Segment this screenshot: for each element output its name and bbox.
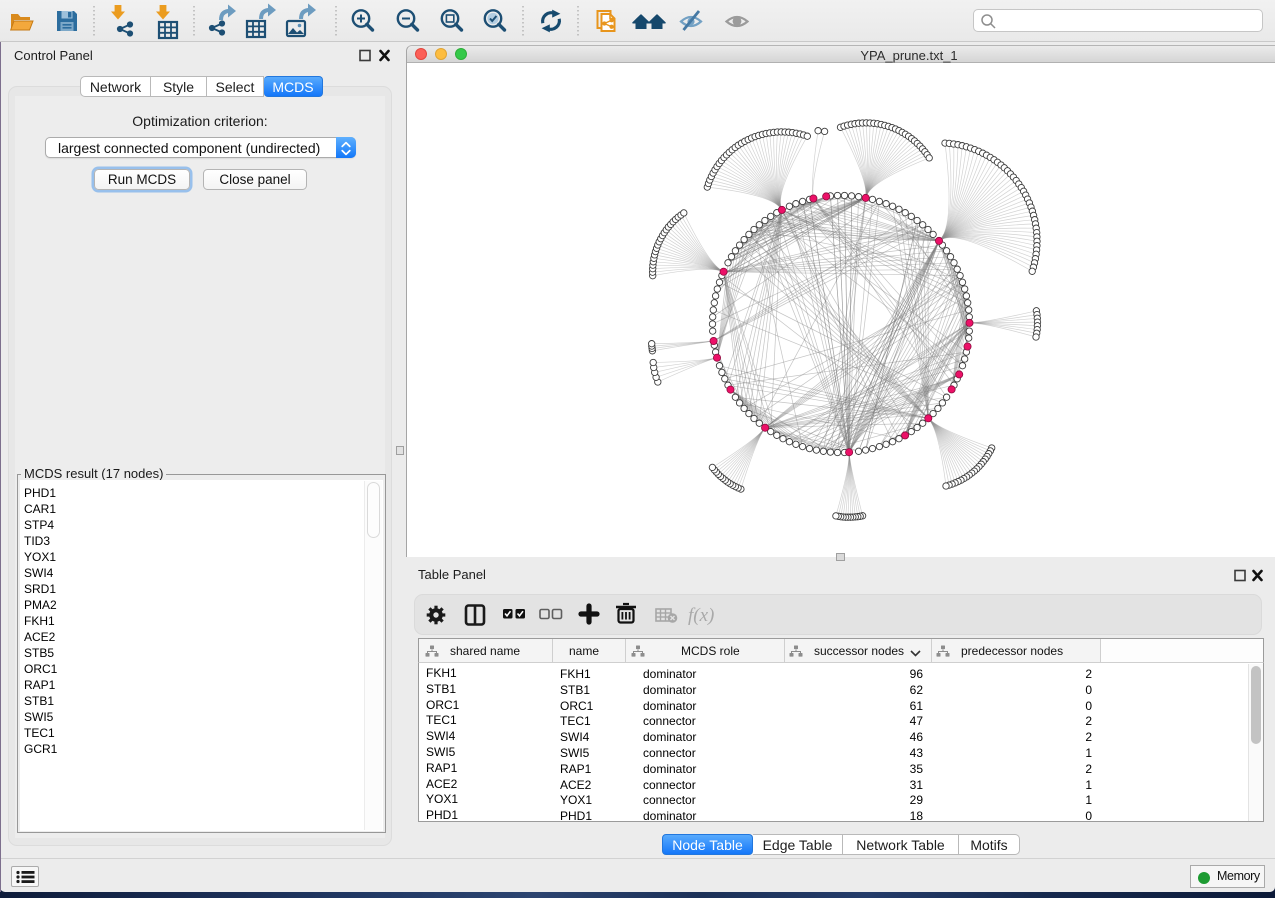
- svg-text:f(x): f(x): [688, 605, 714, 626]
